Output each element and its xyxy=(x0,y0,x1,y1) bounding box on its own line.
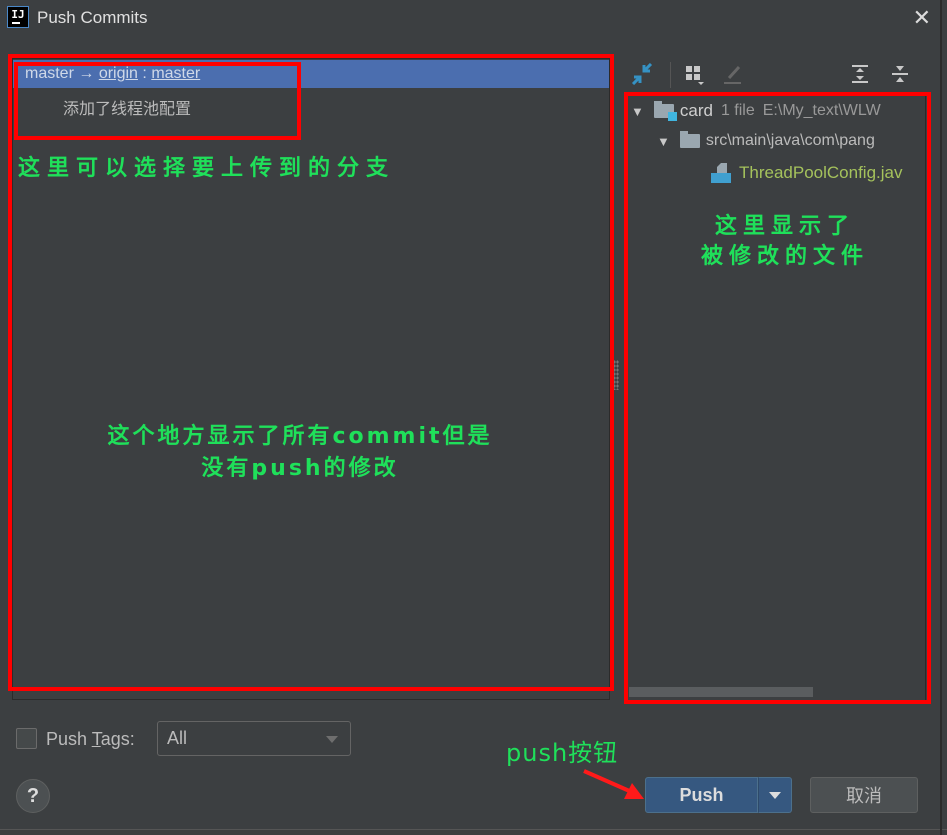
collapse-arrows-icon[interactable] xyxy=(630,62,654,86)
chevron-down-icon xyxy=(326,736,338,743)
annotation-push-note: push按钮 xyxy=(506,739,619,767)
intellij-app-icon: IJ xyxy=(7,6,29,28)
folder-name: src\main\java\com\pang xyxy=(705,132,875,149)
group-by-icon[interactable] xyxy=(682,62,706,86)
title-bar: IJ Push Commits ✕ xyxy=(0,0,947,36)
changed-files-tree: ▼ card 1 file E:\My_text\WLW ▼ src\main\… xyxy=(626,92,926,702)
expand-triangle-icon[interactable]: ▼ xyxy=(657,134,670,149)
toolbar-separator xyxy=(670,62,671,88)
bottom-divider xyxy=(0,829,947,830)
expand-triangle-icon[interactable]: ▼ xyxy=(631,104,644,119)
module-folder-icon xyxy=(653,101,677,121)
local-branch: master xyxy=(25,65,74,82)
remote-branch-link[interactable]: master xyxy=(151,65,200,82)
file-name: ThreadPoolConfig.jav xyxy=(739,163,903,182)
window-title: Push Commits xyxy=(37,8,148,27)
push-tags-checkbox[interactable] xyxy=(16,728,37,749)
push-button[interactable]: Push xyxy=(645,777,758,813)
annotation-commits-note-1: 这个地方显示了所有commit但是 xyxy=(107,424,493,449)
arrow-icon: → xyxy=(78,65,95,82)
tree-node-root[interactable]: ▼ card 1 file E:\My_text\WLW xyxy=(631,101,881,121)
tags-select-value: All xyxy=(167,728,188,748)
annotation-arrow-icon xyxy=(583,769,644,799)
expand-all-icon[interactable] xyxy=(848,62,872,86)
annotation-files-note-2: 被修改的文件 xyxy=(700,244,869,269)
horizontal-scrollbar[interactable] xyxy=(629,687,813,697)
root-count: 1 file xyxy=(720,102,755,119)
help-button[interactable]: ? xyxy=(16,779,50,813)
annotation-branch-note: 这里可以选择要上传到的分支 xyxy=(18,156,396,181)
window-edge xyxy=(940,0,942,835)
changes-toolbar xyxy=(620,58,930,90)
commit-item[interactable]: 添加了线程池配置 xyxy=(63,95,191,119)
splitter-handle[interactable] xyxy=(613,360,619,390)
tree-node-file[interactable]: ThreadPoolConfig.jav xyxy=(711,163,902,183)
push-tags-label[interactable]: Push Tags: xyxy=(46,729,135,750)
separator: : xyxy=(142,65,147,82)
root-name: card xyxy=(679,101,713,120)
folder-icon xyxy=(679,131,700,148)
annotation-commits-note-2: 没有push的修改 xyxy=(201,456,399,481)
annotation-files-note-1: 这里显示了 xyxy=(714,214,855,239)
root-path: E:\My_text\WLW xyxy=(762,102,881,119)
push-dropdown-button[interactable] xyxy=(758,777,792,813)
tree-node-folder[interactable]: ▼ src\main\java\com\pang xyxy=(657,131,875,150)
remote-link[interactable]: origin xyxy=(99,65,138,82)
java-file-icon xyxy=(711,163,731,183)
collapse-all-icon[interactable] xyxy=(888,62,912,86)
cancel-button[interactable]: 取消 xyxy=(810,777,918,813)
branch-target-row[interactable]: master → origin : master xyxy=(13,60,609,88)
edit-source-icon[interactable] xyxy=(720,62,744,86)
tags-select[interactable]: All xyxy=(157,721,351,756)
close-icon[interactable]: ✕ xyxy=(913,5,931,31)
